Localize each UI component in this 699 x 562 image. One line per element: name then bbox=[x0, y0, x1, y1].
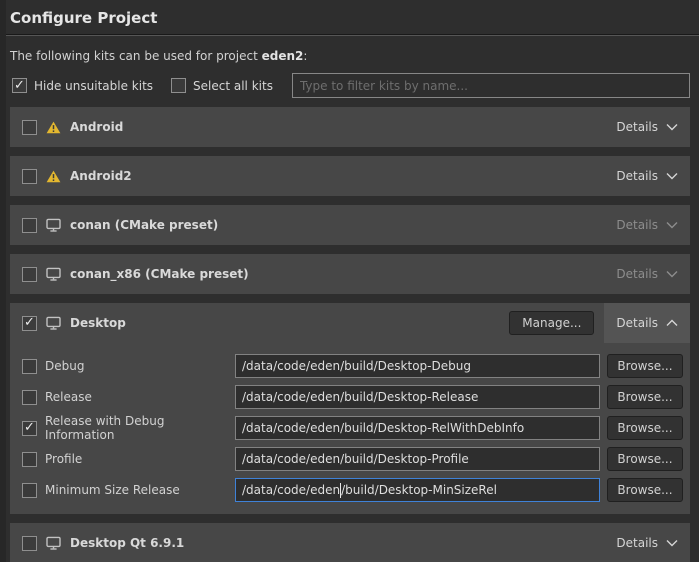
kit-row-desktop: Desktop Manage... Details bbox=[10, 303, 690, 343]
build-dir-path: /build/Desktop-MinSizeRel bbox=[341, 483, 497, 497]
browse-button[interactable]: Browse... bbox=[607, 478, 683, 502]
chevron-up-icon bbox=[666, 319, 678, 327]
select-all-kits-checkbox[interactable]: Select all kits bbox=[171, 78, 273, 93]
build-config-checkbox[interactable] bbox=[22, 390, 37, 405]
checkbox-icon[interactable] bbox=[12, 78, 27, 93]
hide-unsuitable-kits-checkbox[interactable]: Hide unsuitable kits bbox=[12, 78, 153, 93]
build-config-label: Release bbox=[45, 390, 92, 404]
kit-name: Desktop Qt 6.9.1 bbox=[70, 536, 184, 550]
kit-row-desktop-qt-691: Desktop Qt 6.9.1 Details bbox=[10, 523, 690, 562]
monitor-icon bbox=[46, 267, 61, 281]
build-config-label: Minimum Size Release bbox=[45, 483, 180, 497]
build-config-checkbox[interactable] bbox=[22, 483, 37, 498]
build-dir-input[interactable]: /data/code/eden/build/Desktop-MinSizeRel bbox=[235, 478, 600, 502]
build-dir-path: /data/code/eden/build/Desktop-Debug bbox=[242, 359, 471, 373]
build-config-checkbox[interactable] bbox=[22, 359, 37, 374]
kit-checkbox[interactable] bbox=[22, 316, 37, 331]
build-config-row-minsizerel: Minimum Size Release /data/code/eden/bui… bbox=[22, 478, 683, 502]
build-config-label: Release with Debug Information bbox=[45, 414, 235, 442]
monitor-icon bbox=[46, 316, 61, 330]
kit-row-conan-x86: conan_x86 (CMake preset) Details bbox=[10, 254, 690, 294]
build-dir-path: /data/code/eden/build/Desktop-Release bbox=[242, 390, 478, 404]
details-label: Details bbox=[616, 169, 658, 183]
page-title: Configure Project bbox=[0, 0, 699, 34]
browse-button[interactable]: Browse... bbox=[607, 447, 683, 471]
warning-icon bbox=[46, 170, 61, 183]
build-dir-path: /data/code/eden/build/Desktop-RelWithDeb… bbox=[242, 421, 524, 435]
details-button[interactable]: Details bbox=[604, 303, 690, 343]
intro-suffix: : bbox=[303, 49, 307, 63]
build-dir-path: /data/code/eden/build/Desktop-Profile bbox=[242, 452, 469, 466]
kit-name: conan (CMake preset) bbox=[70, 218, 218, 232]
chevron-down-icon bbox=[666, 539, 678, 547]
build-dir-input[interactable]: /data/code/eden/build/Desktop-RelWithDeb… bbox=[235, 416, 600, 440]
checkbox-icon[interactable] bbox=[171, 78, 186, 93]
build-dir-input[interactable]: /data/code/eden/build/Desktop-Debug bbox=[235, 354, 600, 378]
details-label: Details bbox=[616, 536, 658, 550]
build-config-row-profile: Profile /data/code/eden/build/Desktop-Pr… bbox=[22, 447, 683, 471]
kit-checkbox[interactable] bbox=[22, 120, 37, 135]
kit-row-android: Android Details bbox=[10, 107, 690, 147]
kit-checkbox[interactable] bbox=[22, 218, 37, 233]
details-label: Details bbox=[616, 316, 658, 330]
chevron-down-icon bbox=[666, 221, 678, 229]
kit-filter-toolbar: Hide unsuitable kits Select all kits bbox=[12, 73, 690, 98]
project-name: eden2 bbox=[262, 49, 304, 63]
kit-list: Android Details Android2 Details conan (… bbox=[0, 107, 699, 562]
details-label: Details bbox=[616, 120, 658, 134]
build-dir-path: /data/code/eden bbox=[242, 483, 340, 497]
details-label: Details bbox=[616, 267, 658, 281]
intro-prefix: The following kits can be used for proje… bbox=[10, 49, 262, 63]
kit-name: Android2 bbox=[70, 169, 132, 183]
monitor-icon bbox=[46, 536, 61, 550]
build-config-label: Profile bbox=[45, 452, 82, 466]
kit-panel-desktop: Desktop Manage... Details Debug /data/co… bbox=[10, 303, 690, 514]
manage-button[interactable]: Manage... bbox=[509, 311, 594, 335]
kit-name: Desktop bbox=[70, 316, 126, 330]
browse-button[interactable]: Browse... bbox=[607, 385, 683, 409]
details-button[interactable]: Details bbox=[604, 523, 690, 562]
build-dir-input[interactable]: /data/code/eden/build/Desktop-Profile bbox=[235, 447, 600, 471]
details-button[interactable]: Details bbox=[604, 205, 690, 245]
kit-name: conan_x86 (CMake preset) bbox=[70, 267, 249, 281]
build-config-row-relwithdebinfo: Release with Debug Information /data/cod… bbox=[22, 416, 683, 440]
build-config-label: Debug bbox=[45, 359, 84, 373]
browse-button[interactable]: Browse... bbox=[607, 354, 683, 378]
browse-button[interactable]: Browse... bbox=[607, 416, 683, 440]
details-label: Details bbox=[616, 218, 658, 232]
build-config-row-release: Release /data/code/eden/build/Desktop-Re… bbox=[22, 385, 683, 409]
window-left-edge bbox=[0, 0, 6, 562]
kit-checkbox[interactable] bbox=[22, 169, 37, 184]
details-button[interactable]: Details bbox=[604, 107, 690, 147]
chevron-down-icon bbox=[666, 172, 678, 180]
title-separator bbox=[0, 34, 699, 36]
hide-unsuitable-kits-label: Hide unsuitable kits bbox=[34, 79, 153, 93]
build-config-checkbox[interactable] bbox=[22, 452, 37, 467]
kit-row-conan: conan (CMake preset) Details bbox=[10, 205, 690, 245]
details-button[interactable]: Details bbox=[604, 156, 690, 196]
kit-row-android2: Android2 Details bbox=[10, 156, 690, 196]
warning-icon bbox=[46, 121, 61, 134]
monitor-icon bbox=[46, 218, 61, 232]
intro-text: The following kits can be used for proje… bbox=[10, 49, 689, 63]
chevron-down-icon bbox=[666, 270, 678, 278]
build-config-row-debug: Debug /data/code/eden/build/Desktop-Debu… bbox=[22, 354, 683, 378]
kit-checkbox[interactable] bbox=[22, 536, 37, 551]
build-config-checkbox[interactable] bbox=[22, 421, 37, 436]
kit-name: Android bbox=[70, 120, 123, 134]
select-all-kits-label: Select all kits bbox=[193, 79, 273, 93]
chevron-down-icon bbox=[666, 123, 678, 131]
kit-filter-input[interactable] bbox=[292, 73, 690, 98]
kit-checkbox[interactable] bbox=[22, 267, 37, 282]
build-dir-input[interactable]: /data/code/eden/build/Desktop-Release bbox=[235, 385, 600, 409]
build-config-list: Debug /data/code/eden/build/Desktop-Debu… bbox=[10, 354, 690, 502]
details-button[interactable]: Details bbox=[604, 254, 690, 294]
